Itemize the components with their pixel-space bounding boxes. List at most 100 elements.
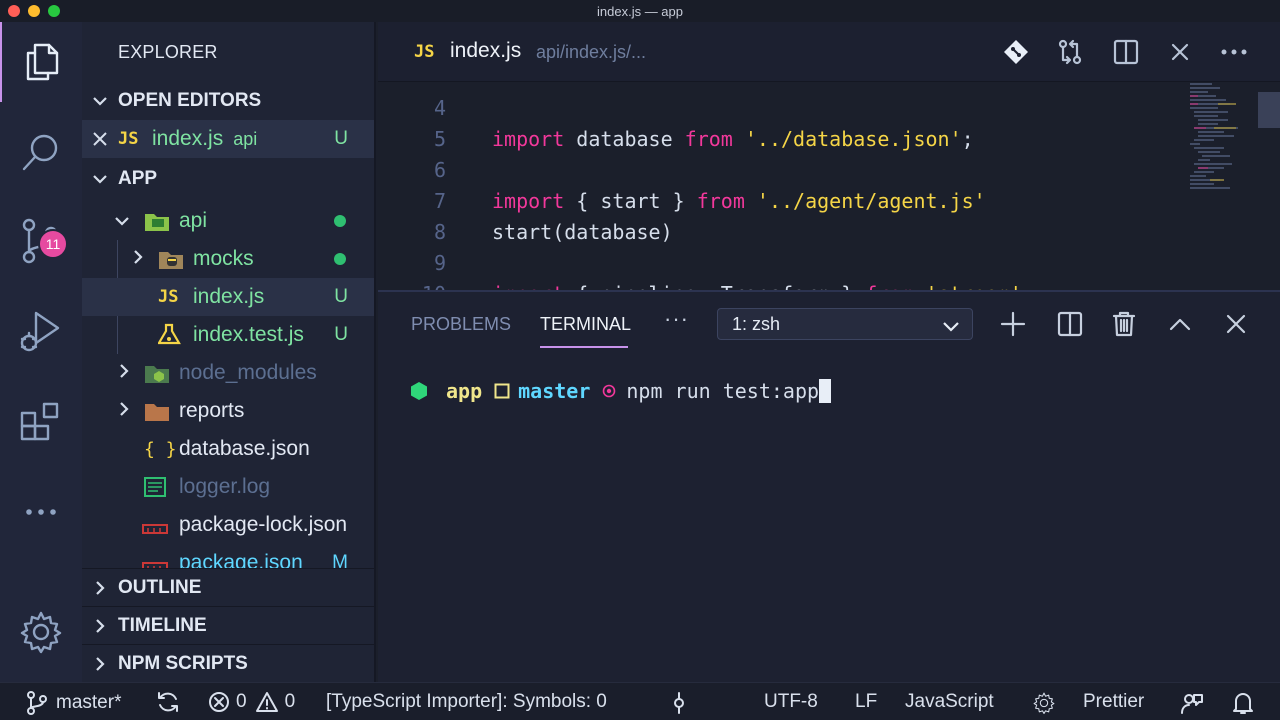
- log-file-icon: [144, 477, 166, 503]
- more-icon: [26, 509, 56, 515]
- status-bar: master* 0 0 [TypeScript Importer]: Symbo…: [0, 682, 1280, 720]
- git-modified-dot: [334, 215, 346, 227]
- tree-item-label: index.test.js: [193, 323, 304, 346]
- git-modified-dot: [334, 253, 346, 265]
- line-number: 7: [433, 188, 446, 213]
- tree-item-node-modules[interactable]: node_modules: [82, 354, 374, 392]
- json-file-icon: { }: [144, 438, 177, 460]
- activity-extensions[interactable]: [0, 382, 82, 462]
- close-icon[interactable]: [1166, 38, 1194, 66]
- chevron-right-icon: [118, 399, 130, 423]
- terminal-select-dropdown[interactable]: 1: zsh: [717, 308, 973, 340]
- new-terminal-icon[interactable]: [999, 310, 1027, 338]
- minimap[interactable]: [1188, 82, 1258, 202]
- code-view[interactable]: 4 5 import database from '../database.json…: [378, 84, 1178, 291]
- activity-search[interactable]: [0, 112, 82, 192]
- tree-item-mocks-folder[interactable]: mocks: [82, 240, 374, 278]
- close-panel-icon[interactable]: [1222, 310, 1250, 338]
- trash-icon[interactable]: [1110, 310, 1138, 338]
- warning-icon: [255, 692, 278, 712]
- tree-item-index-test-js[interactable]: index.test.js U: [82, 316, 374, 354]
- activity-source-control[interactable]: 11: [0, 202, 82, 282]
- test-file-icon: [157, 323, 184, 353]
- tree-item-label: node_modules: [179, 361, 317, 384]
- status-branch[interactable]: master*: [26, 691, 121, 715]
- status-eol[interactable]: LF: [855, 691, 877, 713]
- mocks-folder-icon: [158, 248, 184, 276]
- status-formatter[interactable]: Prettier: [1083, 691, 1144, 713]
- folder-icon: [144, 400, 170, 428]
- commit-icon[interactable]: [672, 691, 686, 715]
- editor-tab-title[interactable]: index.js: [450, 39, 521, 63]
- tree-item-index-js[interactable]: JS index.js U: [82, 278, 374, 316]
- title-bar: index.js — app: [0, 0, 1280, 22]
- node-modules-folder-icon: [144, 362, 170, 390]
- more-actions-icon[interactable]: [1220, 38, 1248, 66]
- run-debug-icon: [20, 311, 60, 352]
- status-typescript-importer[interactable]: [TypeScript Importer]: Symbols: 0: [326, 691, 607, 713]
- code-line[interactable]: 5 import database from '../database.json'…: [378, 123, 974, 154]
- open-editor-item[interactable]: JS index.js api U: [82, 120, 374, 158]
- git-icon[interactable]: [1002, 38, 1030, 66]
- tree-item-label: logger.log: [179, 475, 271, 498]
- chevron-right-icon: [82, 656, 118, 672]
- git-status-untracked: U: [334, 286, 348, 307]
- git-branch-icon: [494, 383, 510, 399]
- terminal-prompt[interactable]: app master npm run test:app: [410, 378, 832, 404]
- feedback-icon[interactable]: [1180, 691, 1204, 715]
- tree-item-reports[interactable]: reports: [82, 392, 374, 430]
- settings-gear-icon[interactable]: [1032, 691, 1056, 715]
- tree-item-package-lock-json[interactable]: package-lock.json: [82, 506, 374, 544]
- tree-item-logger-log[interactable]: logger.log: [82, 468, 374, 506]
- panel-more-icon[interactable]: ···: [664, 306, 689, 332]
- activity-settings[interactable]: [0, 592, 82, 672]
- node-hexagon-icon: [411, 382, 427, 400]
- terminal-select-value: 1: zsh: [732, 314, 781, 334]
- chevron-right-icon: [82, 618, 118, 634]
- api-folder-icon: [144, 210, 170, 238]
- code-token: database: [564, 126, 685, 151]
- app-section-header[interactable]: APP: [82, 160, 374, 198]
- timeline-section-header[interactable]: TIMELINE: [82, 606, 374, 644]
- code-line[interactable]: 8 start(database): [378, 216, 673, 247]
- code-text: import { pipeline, Transform } from 'str…: [492, 282, 1022, 291]
- code-line[interactable]: 7 import { start } from '../agent/agent.j…: [378, 185, 986, 216]
- activity-more[interactable]: [0, 472, 82, 552]
- tree-item-api-folder[interactable]: api: [82, 202, 374, 240]
- tree-item-label: reports: [179, 399, 245, 422]
- npm-scripts-section-header[interactable]: NPM SCRIPTS: [82, 644, 374, 682]
- window-title: index.js — app: [597, 4, 683, 19]
- activity-run-debug[interactable]: [0, 292, 82, 372]
- sync-icon[interactable]: [156, 691, 180, 713]
- editor-scrollbar[interactable]: [1258, 92, 1280, 128]
- maximize-panel-icon[interactable]: [1166, 310, 1194, 338]
- status-encoding[interactable]: UTF-8: [764, 691, 818, 713]
- close-icon[interactable]: [82, 131, 118, 147]
- tab-problems[interactable]: PROBLEMS: [411, 314, 511, 335]
- split-editor-icon[interactable]: [1112, 38, 1140, 66]
- tab-terminal[interactable]: TERMINAL: [540, 314, 631, 335]
- open-editors-section-header[interactable]: OPEN EDITORS: [82, 82, 374, 120]
- files-icon: [26, 43, 59, 81]
- notifications-bell-icon[interactable]: [1232, 691, 1254, 715]
- git-status-untracked: U: [334, 324, 348, 345]
- javascript-file-icon: JS: [118, 129, 139, 149]
- compare-changes-icon[interactable]: [1056, 38, 1084, 66]
- outline-section-header[interactable]: OUTLINE: [82, 568, 374, 606]
- chevron-right-icon: [132, 247, 144, 271]
- status-problems[interactable]: 0 0: [208, 691, 295, 713]
- split-terminal-icon[interactable]: [1056, 310, 1084, 338]
- code-line[interactable]: 4: [378, 92, 446, 123]
- code-line[interactable]: 6: [378, 154, 446, 185]
- activity-explorer[interactable]: [0, 22, 82, 102]
- tree-item-label: database.json: [179, 437, 310, 460]
- code-line[interactable]: 10 import { pipeline, Transform } from 's…: [378, 278, 1022, 291]
- status-language[interactable]: JavaScript: [905, 691, 994, 713]
- extensions-icon: [20, 402, 59, 441]
- git-branch-icon: [27, 691, 47, 715]
- tree-item-database-json[interactable]: { } database.json: [82, 430, 374, 468]
- code-line[interactable]: 9: [378, 247, 446, 278]
- code-token: '../database.json': [744, 126, 962, 151]
- npm-scripts-title: NPM SCRIPTS: [118, 652, 248, 674]
